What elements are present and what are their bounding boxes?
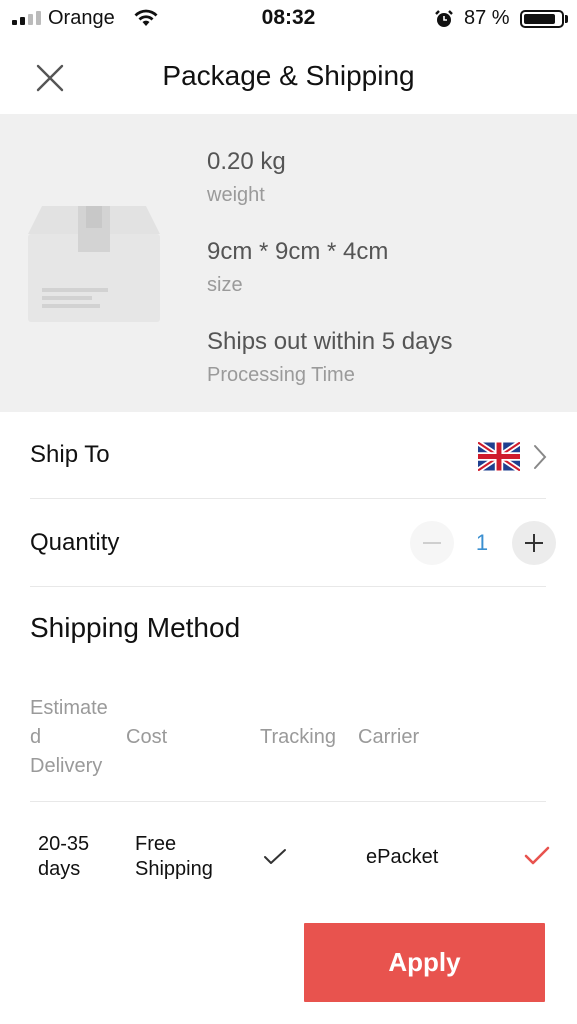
- processing-value: Ships out within 5 days: [207, 328, 453, 355]
- package-info-panel: 0.20 kg weight 9cm * 9cm * 4cm size Ship…: [0, 114, 577, 412]
- package-box-icon: [28, 206, 160, 322]
- weight-info: 0.20 kg weight: [207, 148, 286, 207]
- tracking-check-icon: [264, 849, 286, 864]
- battery-tip: [565, 15, 568, 23]
- processing-info: Ships out within 5 days Processing Time: [207, 328, 452, 387]
- quantity-increase-button[interactable]: [512, 521, 556, 565]
- divider: [30, 586, 546, 587]
- size-info: 9cm * 9cm * 4cm size: [207, 238, 388, 297]
- size-value: 9cm * 9cm * 4cm: [207, 238, 389, 265]
- weight-label: weight: [207, 184, 265, 206]
- ship-to-row[interactable]: Ship To: [30, 441, 546, 469]
- shipping-cost: Free Shipping: [135, 833, 213, 880]
- column-header-delivery: Estimate d Delivery: [30, 697, 108, 777]
- apply-button[interactable]: Apply: [304, 923, 545, 1002]
- uk-flag-icon[interactable]: [478, 442, 520, 471]
- status-bar: Orange 08:32 87 %: [0, 0, 577, 38]
- column-header-tracking: Tracking: [260, 726, 336, 748]
- selected-check-icon: [524, 846, 550, 865]
- chevron-right-icon[interactable]: [532, 444, 548, 470]
- battery-level-fill: [524, 14, 556, 24]
- header: Package & Shipping: [0, 40, 577, 114]
- carrier-name-cell: ePacket: [366, 846, 439, 868]
- column-header-cost: Cost: [126, 726, 168, 748]
- quantity-decrease-button[interactable]: [410, 521, 454, 565]
- weight-value: 0.20 kg: [207, 148, 286, 175]
- page-title: Package & Shipping: [162, 60, 415, 91]
- battery-percentage: 87 %: [464, 7, 510, 29]
- ship-to-label: Ship To: [30, 441, 110, 468]
- minus-icon: [423, 542, 441, 544]
- divider: [30, 801, 546, 802]
- plus-icon: [525, 534, 543, 552]
- delivery-time: 20-35 days: [38, 833, 90, 880]
- battery-icon: [520, 10, 564, 28]
- size-label: size: [207, 274, 243, 296]
- quantity-value[interactable]: 1: [462, 530, 502, 556]
- shipping-method-title: Shipping Method: [30, 612, 241, 643]
- column-header-carrier: Carrier: [358, 726, 420, 748]
- divider: [30, 498, 546, 499]
- processing-label: Processing Time: [207, 364, 355, 386]
- alarm-icon: [435, 10, 453, 27]
